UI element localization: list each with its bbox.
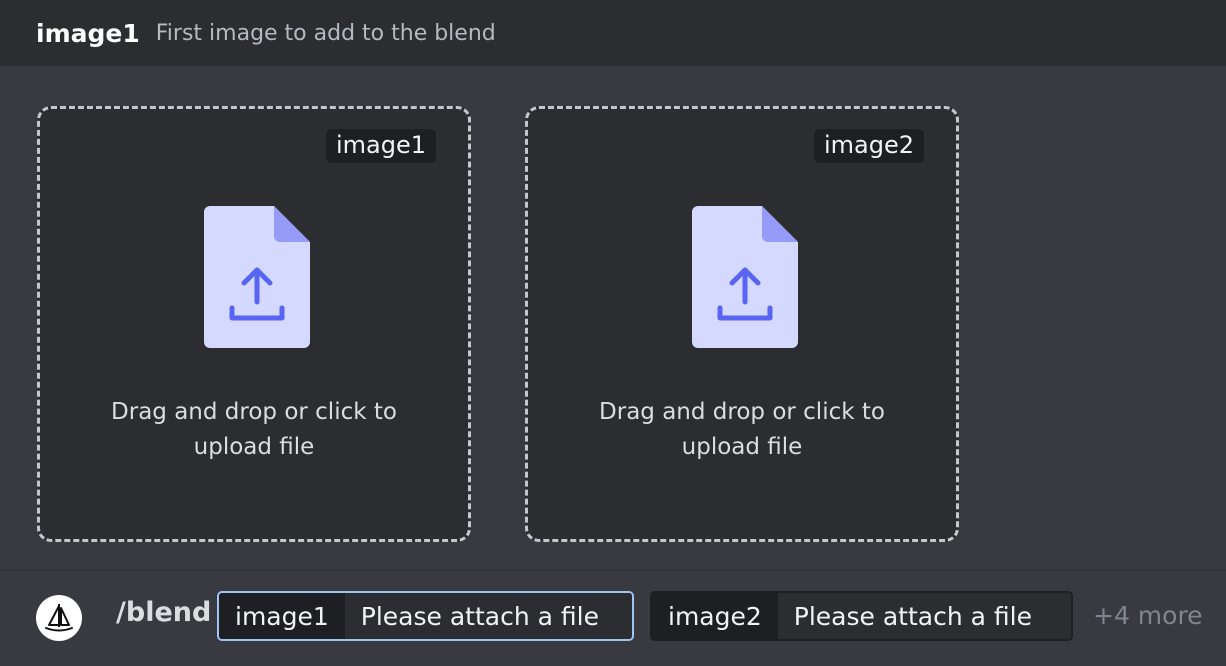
dropzone-instructions: Drag and drop or click to upload file [599,399,885,460]
dropzone-tag: image2 [813,129,924,163]
option-name-chip: image2 [652,593,778,639]
upload-dropzone-image2[interactable]: image2 Drag and drop or click to upload … [525,106,959,542]
sailboat-icon [45,604,73,632]
bot-avatar [36,595,82,641]
option-description: First image to add to the blend [155,20,496,46]
option-name: image1 [36,18,140,48]
file-upload-icon [692,206,798,348]
more-options-link[interactable]: +4 more [1093,601,1203,630]
command-option-image1[interactable]: image1 Please attach a file [217,591,634,641]
command-bar: /blend image1 Please attach a file image… [0,570,1226,666]
slash-command: /blend [116,597,212,628]
upload-dropzone-image1[interactable]: image1 Drag and drop or click to upload … [37,106,471,542]
option-value: Please attach a file [344,593,632,639]
dropzone-tag: image1 [325,129,436,163]
option-value: Please attach a file [777,593,1071,639]
command-option-image2[interactable]: image2 Please attach a file [650,591,1073,641]
file-upload-icon [204,206,310,348]
dropzone-instructions: Drag and drop or click to upload file [111,399,397,460]
option-header: image1 First image to add to the blend [0,0,1226,66]
option-name-chip: image1 [219,593,345,639]
